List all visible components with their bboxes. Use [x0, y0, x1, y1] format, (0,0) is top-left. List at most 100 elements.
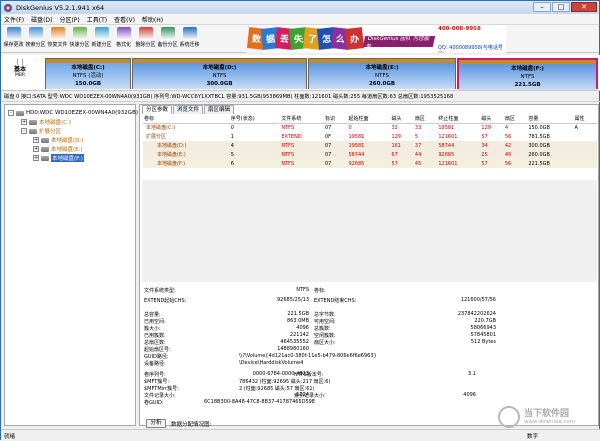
- close-button[interactable]: ✕: [571, 2, 597, 12]
- toolbar-button-new-partition[interactable]: 新建分区: [91, 27, 112, 48]
- table-cell: NTFS: [280, 159, 324, 168]
- column-header[interactable]: 序号(状态): [229, 115, 281, 124]
- table-cell: 121601: [438, 133, 458, 140]
- tree-item-label: 本地磁盘(F:): [51, 154, 84, 162]
- detail-value: \Device\HarddiskVolume4: [239, 360, 304, 366]
- partition-table: 卷标 序号(状态) 文件系统 标识 起始柱面 磁头 扇区 终止柱面 磁头 扇区 容量 属性 本地磁盘(…: [143, 115, 597, 168]
- tree-item[interactable]: - HD0:WDC WD10EZEX-00WN4A0(932GB): [8, 109, 138, 117]
- minimize-button[interactable]: –: [533, 2, 551, 12]
- toolbar-button-format[interactable]: 格式化: [113, 27, 134, 48]
- tree-item[interactable]: + 本地磁盘(C:): [21, 118, 71, 126]
- menu-disk[interactable]: 磁盘(D): [31, 15, 52, 24]
- tree-item-label: 本地磁盘(E:): [51, 147, 83, 153]
- table-cell: 44: [413, 150, 438, 159]
- column-header[interactable]: 文件系统: [280, 115, 324, 124]
- column-header[interactable]: 磁头: [480, 115, 504, 124]
- tab-partition-params[interactable]: 分区参数: [142, 105, 173, 114]
- table-cell: 34: [480, 141, 504, 150]
- expand-toggle-icon[interactable]: +: [21, 119, 27, 125]
- column-header[interactable]: 扇区: [503, 115, 528, 124]
- maximize-button[interactable]: □: [552, 2, 570, 12]
- analyze-button[interactable]: 分析: [146, 419, 166, 428]
- partition-size: 221.5GB: [514, 82, 541, 88]
- table-cell: 0: [348, 124, 352, 131]
- detail-value: 220.7GB: [474, 318, 496, 324]
- menu-help[interactable]: 帮助(H): [142, 15, 163, 24]
- qq-contact: QQ: 4000089958(与电话号码): [438, 45, 503, 53]
- table-cell: 33: [414, 124, 422, 131]
- toolbar-button-delete[interactable]: 删除分区: [135, 27, 156, 48]
- partition-block[interactable]: 本地磁盘(D:) NTFS 300.0GB: [132, 58, 307, 89]
- detail-value: \\?\Volume{4d121ac0-380f-11e5-b479-806e6…: [239, 353, 377, 359]
- chevron-up-icon[interactable]: ⟨ ⟩: [9, 58, 31, 66]
- expand-toggle-icon[interactable]: -: [21, 128, 27, 134]
- table-cell: 92685: [437, 150, 481, 159]
- column-header[interactable]: 扇区: [413, 115, 438, 124]
- detail-label: 起始扇区号:: [144, 347, 171, 353]
- table-row[interactable]: 本地磁盘(F:) 6 NTFS 07 92685 57 45 121601 57 56 221.5G…: [143, 159, 597, 168]
- tree-item[interactable]: + 本地磁盘(F:): [33, 154, 84, 162]
- table-cell: 57: [480, 159, 504, 168]
- table-row[interactable]: 本地磁盘(D:) 4 NTFS 07 19581 161 37 58744 34 42 300.0G…: [143, 141, 597, 150]
- table-cell: 129: [391, 133, 401, 140]
- column-header[interactable]: 容量: [527, 115, 574, 124]
- table-cell: 37: [413, 141, 438, 150]
- table-cell: 本地磁盘(F:): [143, 159, 230, 168]
- app-logo-icon: [4, 3, 12, 12]
- expand-toggle-icon[interactable]: +: [33, 155, 39, 161]
- menu-file[interactable]: 文件(F): [4, 15, 24, 24]
- column-header[interactable]: 卷标: [143, 115, 230, 124]
- table-cell: 扩展分区: [146, 134, 167, 140]
- table-cell: 57: [390, 159, 414, 168]
- detail-label: 索引记录大小:: [294, 393, 326, 399]
- disk-basic-label: ⟨ ⟩ 基本 MBR: [9, 58, 31, 88]
- toolbar: 保存更改 搜索分区 恢复文件 快速分区 新建分区 格式化 删除分区 备份分区 系统迁移 数据丢失…: [1, 25, 599, 53]
- detail-label: 已用空间:: [144, 319, 166, 325]
- toolbar-button-recover[interactable]: 恢复文件: [47, 27, 68, 48]
- phone-number: 400-008-9958: [438, 26, 481, 32]
- detail-label: 文件记录大小:: [144, 393, 176, 399]
- tree-item[interactable]: + 本地磁盘(E:): [33, 145, 83, 153]
- toolbar-button-migrate[interactable]: 系统迁移: [179, 27, 200, 48]
- expand-toggle-icon[interactable]: +: [33, 146, 39, 152]
- tab-sector-edit[interactable]: 扇区编辑: [204, 105, 235, 114]
- ad-banner[interactable]: 数据丢失了怎么办 DiskGenius 团队 为您服务 400-008-9958…: [246, 25, 506, 53]
- table-cell: 本地磁盘(C:): [146, 125, 176, 132]
- column-header[interactable]: 起始柱面: [347, 115, 391, 124]
- detail-value: 58066943: [470, 325, 496, 331]
- menu-partition[interactable]: 分区(P): [59, 15, 79, 24]
- toolbar-button-search[interactable]: 搜索分区: [25, 27, 46, 48]
- tree-item[interactable]: + 本地磁盘(D:): [33, 136, 83, 144]
- detail-label: 已用簇数:: [144, 333, 166, 339]
- table-row[interactable]: 本地磁盘(C:) 0 NTFS 07 0 32 33 19581 129 4 150.0GB A: [143, 123, 597, 132]
- detail-label: GUID路径:: [144, 354, 169, 360]
- column-header[interactable]: 磁头: [390, 115, 414, 124]
- partition-fs: NTFS: [520, 74, 535, 80]
- detail-value: 4096: [296, 325, 309, 331]
- table-cell: 0F: [324, 133, 332, 140]
- table-cell: 07: [323, 150, 348, 159]
- tree-item[interactable]: - 扩展分区: [21, 127, 61, 135]
- column-header[interactable]: 标识: [323, 115, 348, 124]
- menu-view[interactable]: 查看(V): [114, 15, 135, 24]
- partition-block[interactable]: 本地磁盘(F:) NTFS 221.5GB: [457, 58, 598, 90]
- partition-block[interactable]: 本地磁盘(C:) NTFS (活动) 150.0GB: [45, 58, 131, 89]
- expand-toggle-icon[interactable]: -: [8, 110, 14, 116]
- table-cell: NTFS: [280, 150, 324, 159]
- partition-block[interactable]: 本地磁盘(E:) NTFS 260.0GB: [308, 58, 456, 89]
- tab-browse-files[interactable]: 浏览文件: [173, 105, 204, 114]
- toolbar-button-quick-partition[interactable]: 快速分区: [69, 27, 90, 48]
- toolbar-button-save[interactable]: 保存更改: [3, 27, 24, 48]
- table-cell: 221.5GB: [527, 159, 574, 168]
- detail-value: 4096: [463, 392, 476, 398]
- table-row[interactable]: 本地磁盘(E:) 5 NTFS 07 58744 67 44 92685 25 40 260.0GB: [143, 150, 597, 159]
- table-cell: 07: [323, 159, 348, 168]
- partition-fs: NTFS: [212, 73, 227, 79]
- column-header[interactable]: 属性: [573, 115, 597, 124]
- expand-toggle-icon[interactable]: +: [33, 137, 39, 143]
- column-header[interactable]: 终止柱面: [437, 115, 481, 124]
- table-row[interactable]: 扩展分区 1 EXTEND 0F 19581 129 5 121601 57 56 781.5GB: [143, 132, 597, 141]
- detail-label: 文件系统类型:: [144, 288, 176, 294]
- menu-tools[interactable]: 工具(T): [87, 15, 107, 24]
- toolbar-button-backup[interactable]: 备份分区: [157, 27, 178, 48]
